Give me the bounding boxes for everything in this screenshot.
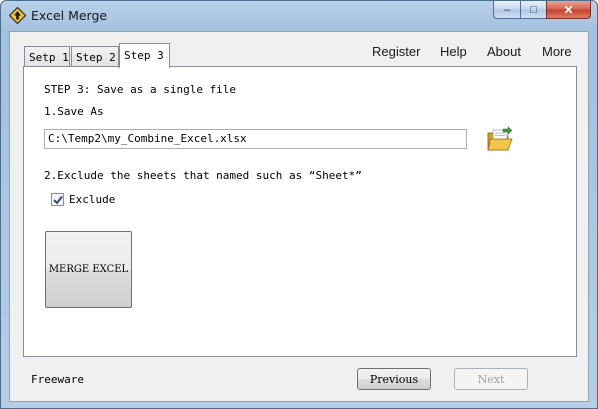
checkmark-icon <box>53 195 63 205</box>
save-path-input[interactable]: C:\Temp2\my_Combine_Excel.xlsx <box>44 129 467 149</box>
excel-merge-app-icon[interactable] <box>9 7 26 24</box>
minimize-icon: – <box>503 3 511 16</box>
open-folder-icon[interactable] <box>486 126 514 154</box>
minimize-button[interactable]: – <box>493 1 520 19</box>
app-window: Excel Merge – □ ✕ Setp 1 Step 2 Step 3 R… <box>0 0 598 409</box>
menu-register[interactable]: Register <box>372 44 420 59</box>
exclude-sheets-label: 2.Exclude the sheets that named such as … <box>44 169 362 182</box>
top-menu: Register Help About More <box>355 43 588 65</box>
caption-buttons: – □ ✕ <box>493 1 591 19</box>
save-as-label: 1.Save As <box>44 105 104 118</box>
step-title: STEP 3: Save as a single file <box>44 83 237 96</box>
merge-excel-button[interactable]: MERGE EXCEL <box>45 231 132 308</box>
next-button[interactable]: Next <box>454 368 528 390</box>
exclude-checkbox[interactable] <box>51 193 64 206</box>
tab-step-1[interactable]: Setp 1 <box>24 46 70 67</box>
maximize-icon: □ <box>530 3 537 16</box>
menu-help[interactable]: Help <box>440 44 467 59</box>
step-3-panel: STEP 3: Save as a single file 1.Save As … <box>23 66 577 357</box>
freeware-label: Freeware <box>31 373 84 386</box>
title-bar[interactable]: Excel Merge – □ ✕ <box>1 1 597 31</box>
tab-step-2[interactable]: Step 2 <box>71 46 119 67</box>
client-area: Setp 1 Step 2 Step 3 Register Help About… <box>9 31 589 402</box>
menu-more[interactable]: More <box>542 44 572 59</box>
previous-button[interactable]: Previous <box>357 368 431 390</box>
close-icon: ✕ <box>563 2 574 17</box>
maximize-button[interactable]: □ <box>520 1 546 19</box>
menu-about[interactable]: About <box>487 44 521 59</box>
exclude-checkbox-label[interactable]: Exclude <box>69 193 115 206</box>
tab-step-3[interactable]: Step 3 <box>119 43 170 68</box>
close-button[interactable]: ✕ <box>546 1 591 19</box>
window-title: Excel Merge <box>31 8 108 23</box>
